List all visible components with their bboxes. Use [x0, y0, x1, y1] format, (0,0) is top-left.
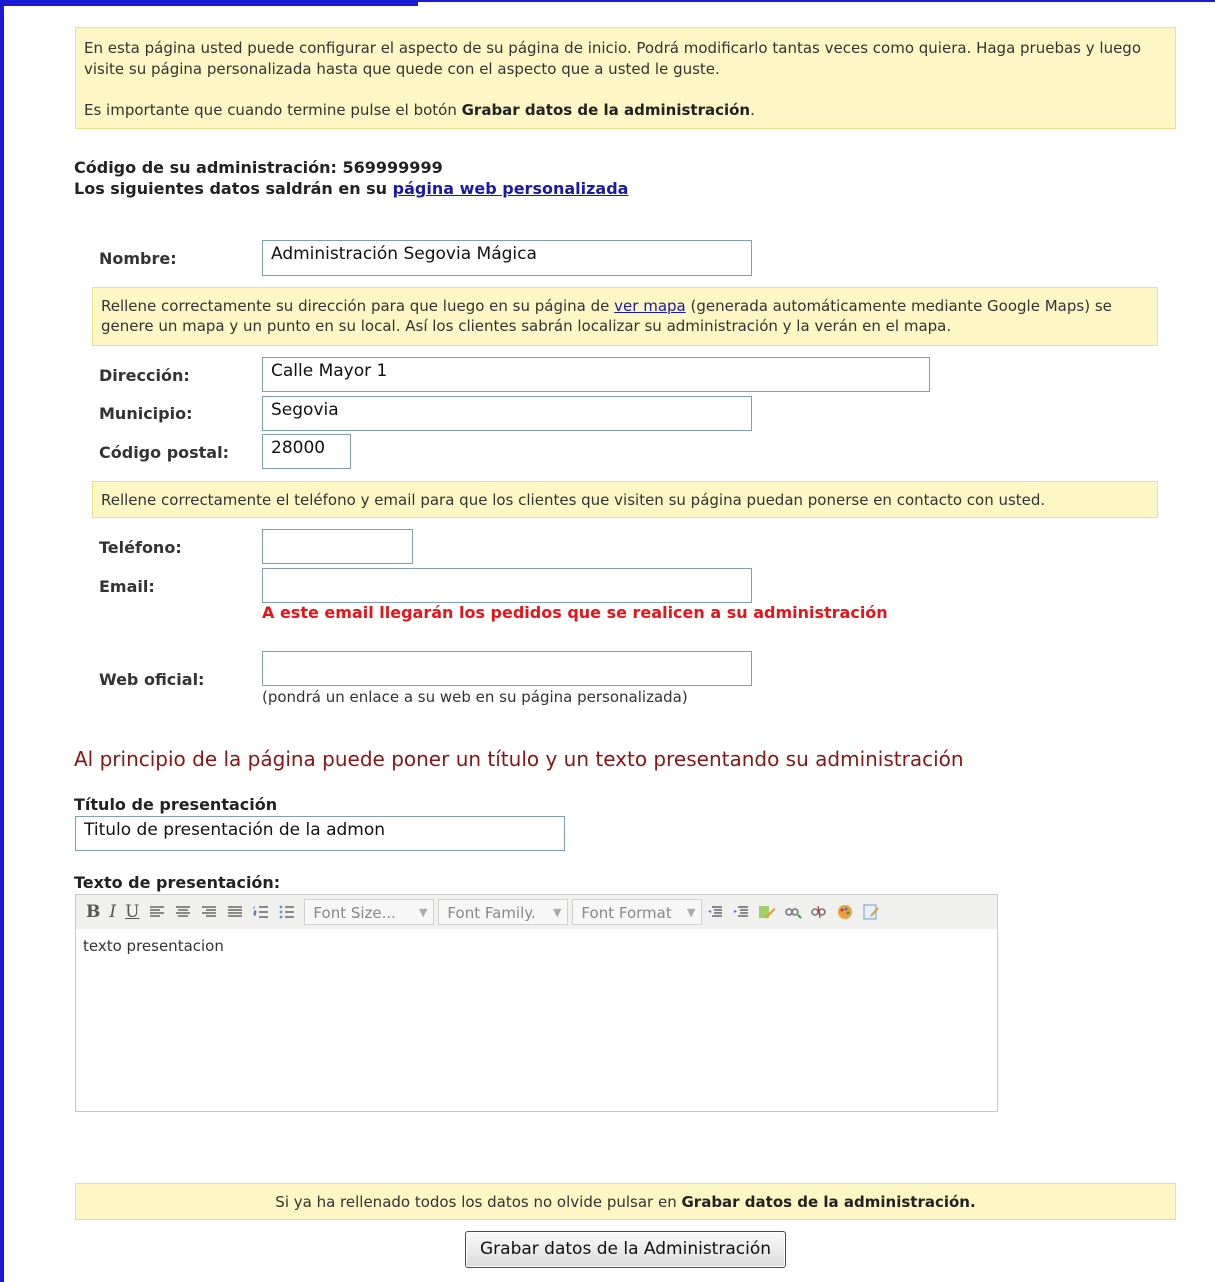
footer-note: Si ya ha rellenado todos los datos no ol… — [75, 1183, 1176, 1220]
frame-tab-accent — [0, 0, 418, 6]
edit-pencil-icon[interactable] — [758, 904, 776, 920]
font-family-select[interactable]: Font Family. ▼ — [438, 899, 569, 925]
chevron-down-icon: ▼ — [686, 906, 696, 919]
cp-label: Código postal: — [99, 443, 229, 462]
frame-left-border — [0, 0, 4, 1282]
editor-toolbar: B I U Font Size... ▼ Font Family. ▼ Font F… — [75, 894, 998, 930]
numbered-list-icon[interactable] — [252, 904, 270, 920]
email-warning: A este email llegarán los pedidos que se… — [262, 603, 888, 622]
map-note: Rellene correctamente su dirección para … — [92, 287, 1158, 346]
contact-note: Rellene correctamente el teléfono y emai… — [92, 481, 1158, 518]
web-hint: (pondrá un enlace a su web en su página … — [262, 688, 688, 706]
intro-text: En esta página usted puede configurar el… — [84, 39, 1142, 78]
align-left-icon[interactable] — [148, 904, 166, 920]
municipio-input[interactable]: Segovia — [262, 396, 752, 431]
texto-label: Texto de presentación: — [74, 873, 281, 892]
ver-mapa-link[interactable]: ver mapa — [614, 297, 686, 315]
italic-button[interactable]: I — [109, 902, 116, 922]
admin-code: Código de su administración: 569999999 — [74, 158, 443, 177]
editor-textarea[interactable]: texto presentacion — [75, 929, 998, 1112]
intro-bold: Grabar datos de la administración — [461, 101, 751, 119]
indent-icon[interactable] — [732, 904, 750, 920]
font-format-select[interactable]: Font Format ▼ — [572, 899, 703, 925]
email-label: Email: — [99, 577, 155, 596]
chevron-down-icon: ▼ — [418, 906, 428, 919]
underline-button[interactable]: U — [125, 902, 139, 922]
bullet-list-icon[interactable] — [278, 904, 296, 920]
font-size-select[interactable]: Font Size... ▼ — [304, 899, 435, 925]
unlink-icon[interactable] — [810, 904, 828, 920]
cp-input[interactable]: 28000 — [262, 434, 351, 469]
align-center-icon[interactable] — [174, 904, 192, 920]
footer-bold: Grabar datos de la administración. — [681, 1193, 976, 1211]
nombre-label: Nombre: — [99, 249, 177, 268]
telefono-label: Teléfono: — [99, 538, 182, 557]
telefono-input[interactable] — [262, 529, 413, 564]
intro-note: En esta página usted puede configurar el… — [75, 27, 1176, 129]
align-justify-icon[interactable] — [226, 904, 244, 920]
color-palette-icon[interactable] — [836, 904, 854, 920]
personal-page-link[interactable]: página web personalizada — [393, 179, 629, 198]
web-input[interactable] — [262, 651, 752, 686]
intro-text-2: Es importante que cuando termine pulse e… — [84, 101, 755, 119]
municipio-label: Municipio: — [99, 404, 193, 423]
chevron-down-icon: ▼ — [552, 906, 562, 919]
direccion-input[interactable]: Calle Mayor 1 — [262, 357, 930, 392]
bold-button[interactable]: B — [86, 902, 100, 922]
direccion-label: Dirección: — [99, 366, 190, 385]
nombre-input[interactable]: Administración Segovia Mágica — [262, 240, 752, 276]
titulo-input[interactable]: Titulo de presentación de la admon — [75, 816, 565, 851]
presentation-section-title: Al principio de la página puede poner un… — [74, 747, 964, 771]
submit-button[interactable]: Grabar datos de la Administración — [465, 1231, 786, 1268]
align-right-icon[interactable] — [200, 904, 218, 920]
titulo-label: Título de presentación — [74, 795, 278, 814]
personal-page-line: Los siguientes datos saldrán en su págin… — [74, 179, 629, 198]
outdent-icon[interactable] — [706, 904, 724, 920]
email-input[interactable] — [262, 568, 752, 603]
web-label: Web oficial: — [99, 670, 205, 689]
link-icon[interactable] — [784, 904, 803, 920]
html-source-icon[interactable] — [862, 904, 880, 920]
